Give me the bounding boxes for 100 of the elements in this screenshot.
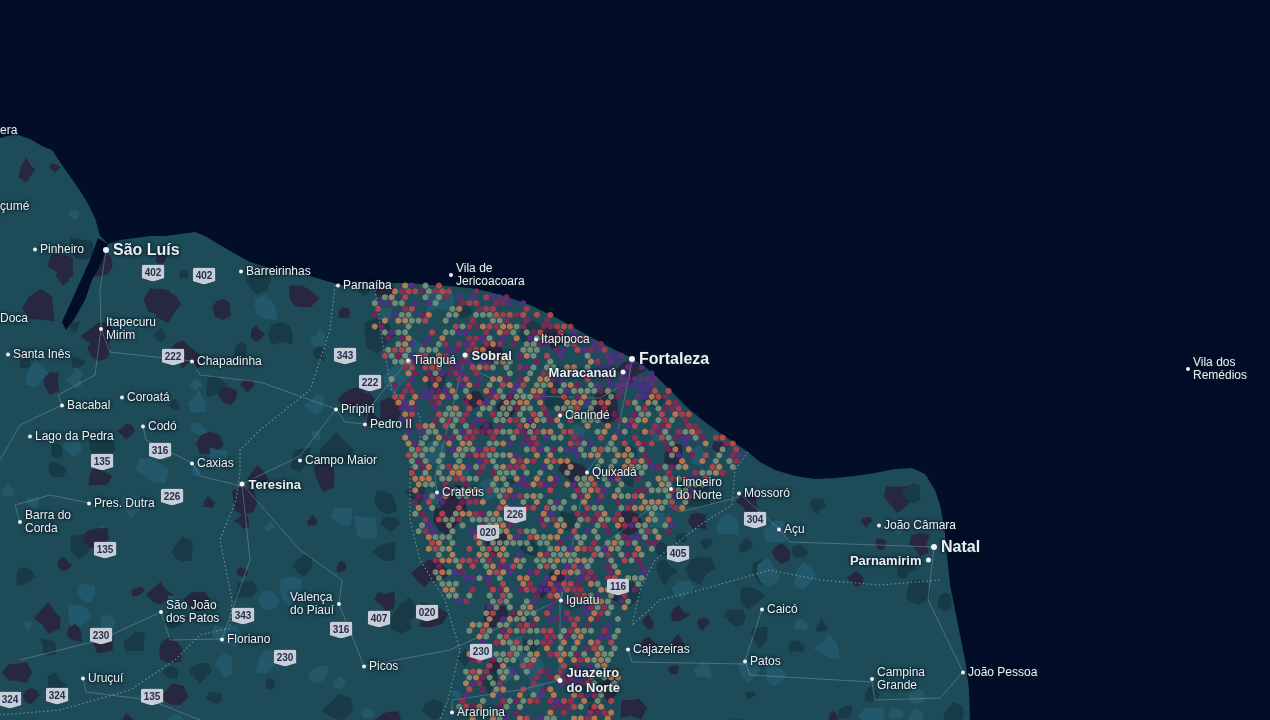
place-dot-icon [737, 491, 741, 495]
place-label: Sobral [471, 347, 512, 363]
place-label: Vila dos Remédios [1193, 356, 1248, 382]
place-dot-icon [336, 283, 340, 287]
place-dot-icon [557, 677, 563, 683]
place-label: Açu [784, 522, 805, 536]
place-label: Juazeiro do Norte [566, 665, 620, 695]
place-label: Floriano [227, 632, 271, 646]
place-dot-icon [760, 607, 764, 611]
place-dot-icon [81, 676, 85, 680]
place-label: Cajazeiras [633, 642, 690, 656]
highway-marker: 316 [329, 621, 353, 639]
place-dot-icon [18, 520, 22, 524]
place-label: Patos [750, 654, 781, 668]
place-dot-icon [449, 273, 453, 277]
place-label: Coroatá [127, 390, 170, 404]
place-label: João Pessoa [968, 665, 1038, 679]
place-label: Caxias [197, 456, 234, 470]
highway-marker: 402 [141, 264, 165, 282]
place-label: Fortaleza [639, 350, 710, 368]
place-label: Doca [0, 311, 28, 325]
place-label: Parnamirim [849, 552, 922, 568]
place-label: Chapadinha [197, 354, 262, 368]
place-dot-icon [190, 359, 194, 363]
place-dot-icon [298, 458, 302, 462]
place-dot-icon [669, 487, 673, 491]
place-label: Barra do Corda [25, 509, 72, 535]
place-label: São Luís [113, 241, 180, 259]
place-dot-icon [159, 610, 163, 614]
highway-marker: 324 [0, 691, 22, 709]
place-label: Pres. Dutra [94, 496, 155, 510]
highway-marker: 304 [743, 511, 767, 529]
place-dot-icon [450, 710, 454, 714]
place-dot-icon [60, 403, 64, 407]
place-dot-icon [629, 356, 635, 362]
place-dot-icon [103, 247, 109, 253]
place-dot-icon [33, 247, 37, 251]
place-label: Codó [148, 419, 177, 433]
place-label: Iguatu [566, 593, 600, 607]
place-label: Limoeiro do Norte [676, 476, 723, 502]
place-dot-icon [877, 523, 881, 527]
place-label: Caicó [767, 602, 798, 616]
highway-marker: 135 [140, 688, 164, 706]
place-dot-icon [337, 602, 341, 606]
place-dot-icon [435, 490, 439, 494]
place-label: Campina Grande [877, 666, 926, 692]
place-dot-icon [239, 481, 245, 487]
highway-marker: 402 [192, 267, 216, 285]
highway-marker: 222 [161, 348, 185, 366]
place-dot-icon [363, 422, 367, 426]
place-label: Tianguá [413, 353, 456, 367]
highway-marker: 226 [503, 506, 527, 524]
highway-marker: 222 [358, 374, 382, 392]
highway-marker: 343 [333, 347, 357, 365]
highway-marker: 226 [160, 488, 184, 506]
place-dot-icon [558, 413, 562, 417]
place-label: São João dos Patos [166, 599, 220, 625]
place-label: Valença do Piauí [289, 591, 334, 617]
place-label: Pedro II [370, 417, 413, 431]
highway-marker: 230 [273, 649, 297, 667]
place-label: Parnaíba [343, 278, 392, 292]
place-label: Piripiri [341, 402, 375, 416]
highway-marker: 230 [469, 643, 493, 661]
highway-marker: 324 [45, 687, 69, 705]
place-dot-icon [6, 352, 10, 356]
place-dot-icon [626, 647, 630, 651]
place-dot-icon [362, 664, 366, 668]
place-label: Barreirinhas [246, 264, 311, 278]
place-label: Natal [941, 538, 981, 556]
place-label: Araripina [457, 705, 506, 719]
place-label: Picos [369, 659, 399, 673]
place-label: çumé [0, 199, 30, 213]
place-dot-icon [743, 659, 747, 663]
place-dot-icon [220, 637, 224, 641]
place-label: era [0, 123, 18, 137]
place-dot-icon [585, 470, 589, 474]
highway-marker: 343 [231, 607, 255, 625]
highway-marker: 230 [89, 627, 113, 645]
place-dot-icon [87, 501, 91, 505]
place-dot-icon [406, 358, 410, 362]
place-label: Lago da Pedra [35, 429, 114, 443]
highway-marker: 316 [148, 442, 172, 460]
highway-marker: 135 [90, 453, 114, 471]
place-label: Pinheiro [40, 242, 85, 256]
place-dot-icon [777, 527, 781, 531]
place-dot-icon [120, 395, 124, 399]
place-dot-icon [141, 424, 145, 428]
highway-marker: 020 [415, 604, 439, 622]
place-label: Campo Maior [305, 453, 378, 467]
place-label: Santa Inês [13, 347, 71, 361]
place-dot-icon [559, 598, 563, 602]
place-dot-icon [925, 557, 931, 563]
place-dot-icon [462, 352, 468, 358]
place-dot-icon [1186, 367, 1190, 371]
place-label: Mossoró [744, 486, 790, 500]
place-label: Teresina [248, 476, 301, 492]
place-dot-icon [239, 269, 243, 273]
place-dot-icon [99, 327, 103, 331]
place-dot-icon [961, 670, 965, 674]
place-dot-icon [190, 461, 194, 465]
